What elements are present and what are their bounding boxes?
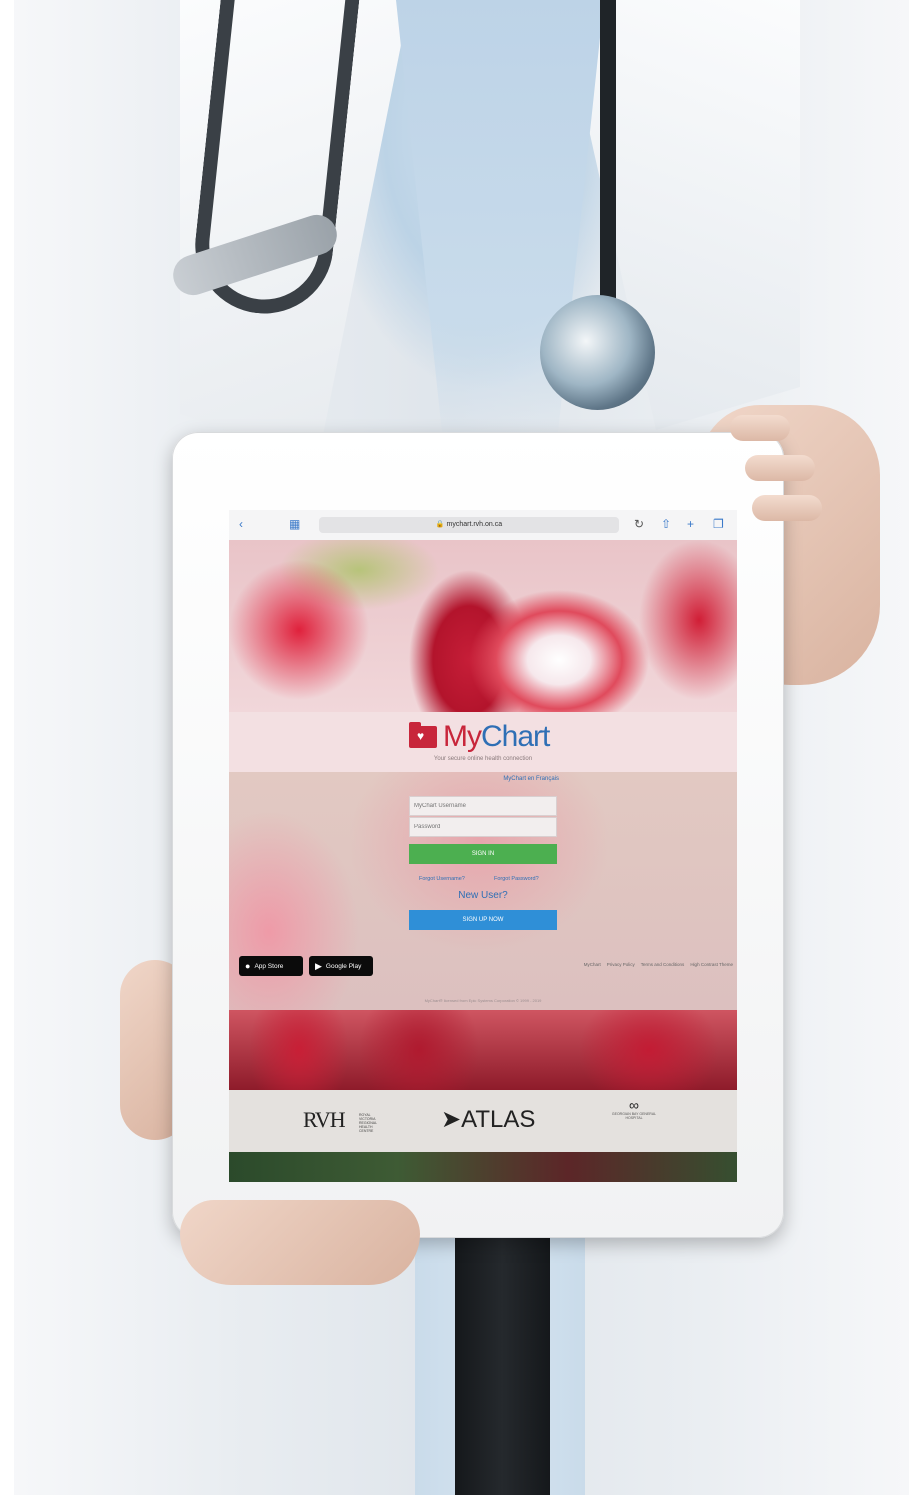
share-icon[interactable]: ⇧ [661, 518, 671, 530]
url-text: mychart.rvh.on.ca [446, 521, 503, 528]
play-icon: ▶ [315, 960, 322, 971]
finger [752, 495, 822, 521]
login-area: MyChart en Français SIGN IN Forgot Usern… [229, 772, 737, 1010]
logo-band: MyChart Your secure online health connec… [229, 712, 737, 772]
photo-edge [0, 0, 14, 1495]
folder-heart-icon [409, 722, 437, 748]
finger [745, 455, 815, 481]
photo-strip-bottom [229, 1152, 737, 1182]
rvh-logo: RVH [303, 1107, 346, 1132]
logo-my: My [443, 720, 482, 753]
copyright-text: MyChart® licensed from Epic Systems Corp… [424, 998, 542, 1003]
tabs-icon[interactable]: ❐ [713, 518, 724, 530]
georgian-bay-text: GEORGIAN BAY GENERAL HOSPITAL [611, 1112, 657, 1120]
address-bar[interactable]: 🔒 mychart.rvh.on.ca [319, 517, 619, 533]
sign-up-button[interactable]: SIGN UP NOW [409, 910, 557, 930]
tablet-screen: ‹ ▦ 🔒 mychart.rvh.on.ca ↻ ⇧ + ❐ MyChart … [229, 510, 737, 1182]
google-play-badge[interactable]: ▶ Google Play [309, 956, 373, 976]
partner-logos: RVH ROYAL VICTORIA REGIONAL HEALTH CENTR… [229, 1090, 737, 1152]
forgot-username-link[interactable]: Forgot Username? [419, 876, 465, 882]
rvh-subtitle: ROYAL VICTORIA REGIONAL HEALTH CENTRE [359, 1113, 377, 1133]
tagline: Your secure online health connection [433, 756, 533, 762]
mychart-logo: MyChart [409, 720, 550, 754]
google-play-label: Google Play [325, 962, 362, 970]
password-input[interactable] [409, 817, 557, 837]
browser-toolbar: ‹ ▦ 🔒 mychart.rvh.on.ca ↻ ⇧ + ❐ [229, 510, 737, 541]
stethoscope-chestpiece [540, 295, 655, 410]
left-hand-fingers [180, 1200, 420, 1285]
georgian-bay-mark-icon: ∞ [629, 1097, 639, 1113]
tulip-photo-bottom [229, 1010, 737, 1090]
logo-wordmark: MyChart [443, 720, 550, 754]
georgian-bay-logo: ∞ GEORGIAN BAY GENERAL HOSPITAL [607, 1098, 661, 1120]
bookmarks-icon[interactable]: ▦ [289, 518, 300, 530]
french-link[interactable]: MyChart en Français [491, 776, 559, 782]
sign-in-button[interactable]: SIGN IN [409, 844, 557, 864]
footer-link[interactable]: Terms and Conditions [641, 962, 685, 967]
footer-link[interactable]: MyChart [584, 962, 601, 967]
apple-icon: ● [245, 961, 251, 971]
finger [730, 415, 790, 441]
app-store-badge[interactable]: ● App Store [239, 956, 303, 976]
footer-links: MyChart Privacy Policy Terms and Conditi… [497, 962, 733, 967]
footer-link[interactable]: High Contrast Theme [690, 962, 733, 967]
dark-trousers [455, 1235, 550, 1495]
atlas-arrow-icon: ➤ [441, 1106, 462, 1133]
atlas-logo: ➤ATLAS [441, 1108, 535, 1132]
reload-icon[interactable]: ↻ [634, 518, 644, 530]
app-store-label: App Store [254, 962, 284, 970]
stethoscope-tube-right [600, 0, 656, 320]
new-tab-icon[interactable]: + [687, 518, 694, 530]
lock-icon: 🔒 [435, 521, 445, 528]
username-input[interactable] [409, 796, 557, 816]
atlas-text: ATLAS [461, 1106, 536, 1133]
forgot-password-link[interactable]: Forgot Password? [494, 876, 539, 882]
footer-link[interactable]: Privacy Policy [607, 962, 635, 967]
new-user-heading: New User? [458, 890, 508, 901]
logo-chart: Chart [481, 720, 550, 753]
back-icon[interactable]: ‹ [239, 518, 243, 530]
tulip-photo-top [229, 540, 737, 712]
